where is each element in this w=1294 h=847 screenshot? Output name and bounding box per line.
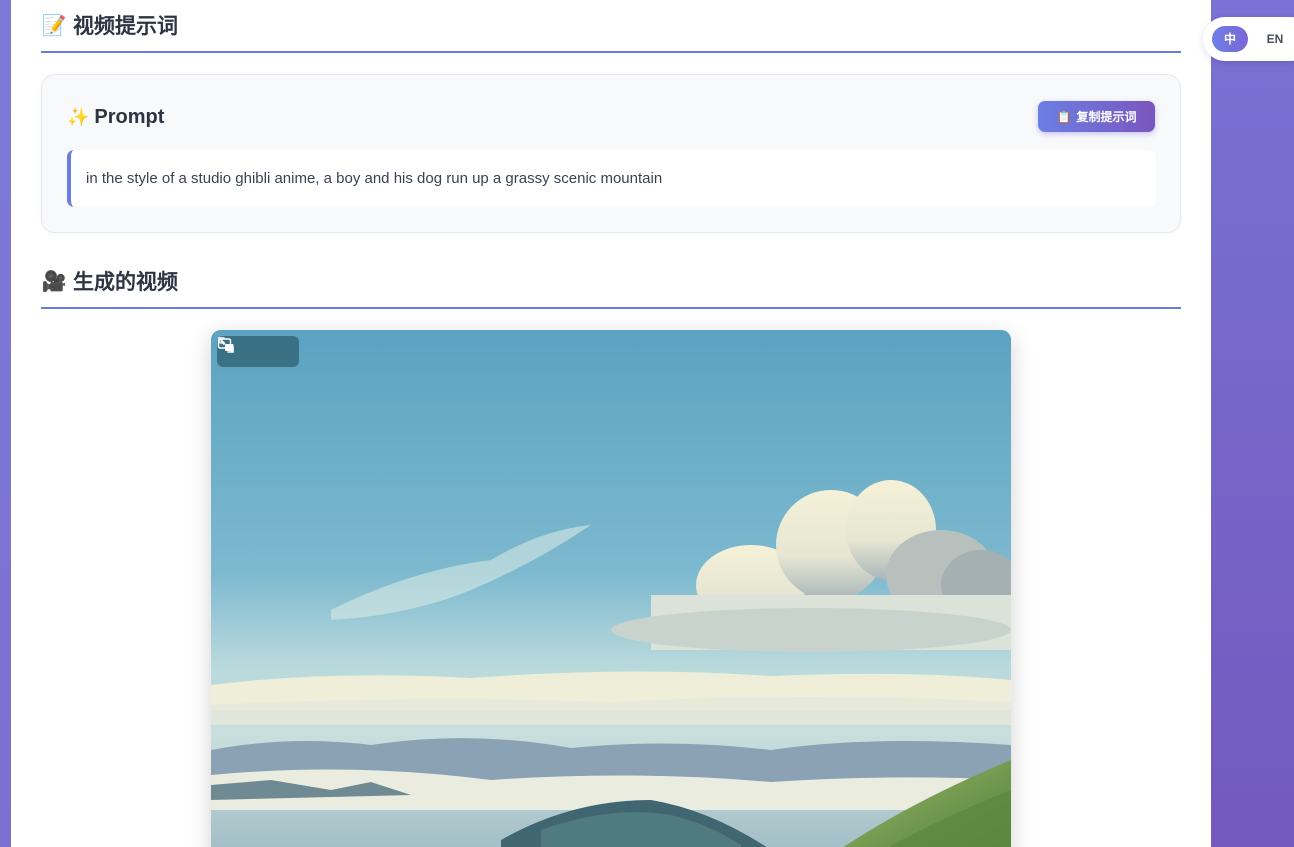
memo-icon: 📝 <box>41 14 67 37</box>
prompt-card-header: ✨ Prompt <box>67 103 164 131</box>
prompt-section-title: 📝 视频提示词 <box>41 7 178 43</box>
video-player[interactable] <box>211 330 1011 847</box>
prompt-text: in the style of a studio ghibli anime, a… <box>86 170 663 187</box>
language-en-button[interactable]: EN <box>1255 26 1294 52</box>
video-section-title: 🎥 生成的视频 <box>41 263 178 299</box>
prompt-card-title: Prompt <box>94 105 165 128</box>
prompt-card: ✨ Prompt 📋 复制提示词 in the style of a studi… <box>41 74 1181 233</box>
video-controls <box>217 336 299 367</box>
video-section-title-text: 生成的视频 <box>73 271 178 294</box>
prompt-text-box[interactable]: in the style of a studio ghibli anime, a… <box>67 150 1156 207</box>
main-content: 📝 视频提示词 ✨ Prompt 📋 复制提示词 in the style of… <box>11 0 1211 847</box>
movie-camera-icon: 🎥 <box>41 270 67 293</box>
left-background-strip <box>0 0 11 847</box>
copy-prompt-button-label: 复制提示词 <box>1076 110 1137 124</box>
prompt-section-divider <box>41 51 1181 53</box>
language-switch: 中 EN <box>1203 17 1294 61</box>
video-frame <box>211 330 1011 847</box>
clipboard-icon: 📋 <box>1056 109 1072 124</box>
right-background-panel <box>1211 0 1294 847</box>
sparkles-icon: ✨ <box>67 106 90 127</box>
language-zh-button[interactable]: 中 <box>1212 26 1248 52</box>
picture-in-picture-icon[interactable] <box>217 338 282 362</box>
video-section-divider <box>41 307 1181 309</box>
copy-prompt-button[interactable]: 📋 复制提示词 <box>1038 101 1155 132</box>
prompt-section-title-text: 视频提示词 <box>73 15 178 38</box>
